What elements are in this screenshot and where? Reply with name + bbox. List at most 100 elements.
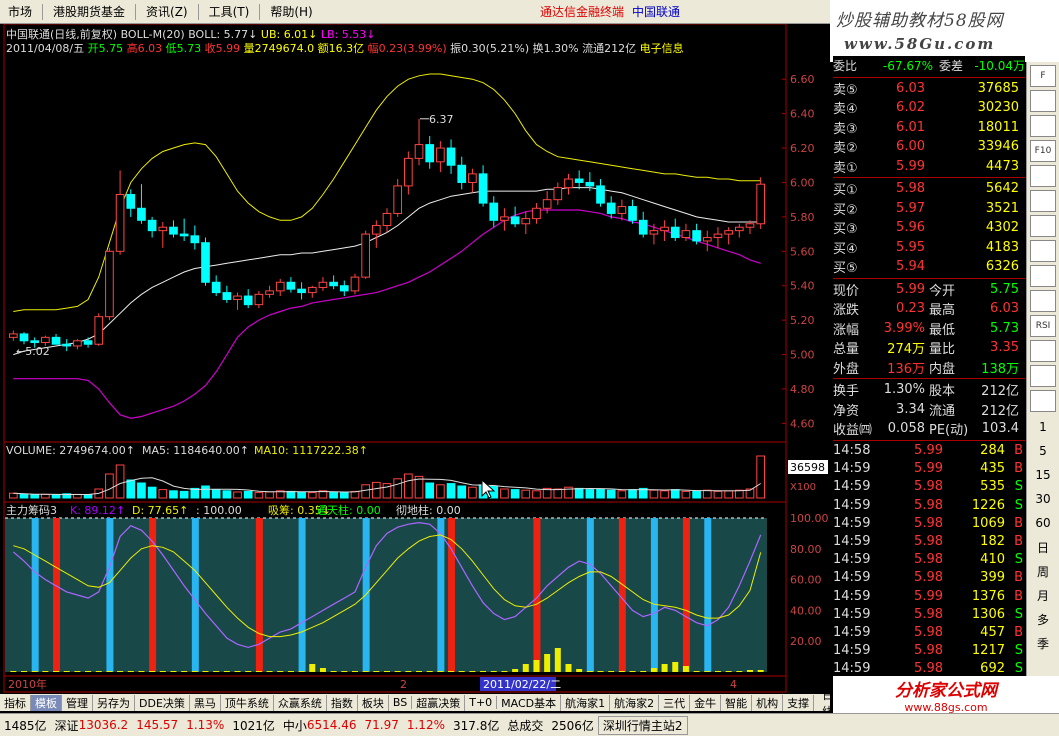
toolbar-button[interactable]: F10 — [1030, 140, 1056, 162]
menu-prefix[interactable]: 市场 — [0, 3, 40, 20]
toolbar-button[interactable] — [1030, 290, 1056, 312]
tick-list[interactable]: 14:58 5.99 284 B 14:59 5.99 435 B 14:59 5.98 535 S 1… — [833, 442, 1025, 697]
toolbar-button[interactable] — [1030, 240, 1056, 262]
stat-row: 现价 5.99 今开 5.75 — [833, 280, 1025, 300]
period-button[interactable]: 5 — [1027, 439, 1059, 463]
candle-body — [9, 333, 18, 338]
period-button[interactable]: 1 — [1027, 415, 1059, 439]
toolbar-button[interactable]: F — [1030, 65, 1056, 87]
accumulation-bar — [426, 671, 433, 672]
toolbar-button[interactable] — [1030, 265, 1056, 287]
stat-row: 收益㈣ 0.058 PE(动) 103.4 — [833, 419, 1025, 439]
accumulation-bar — [330, 671, 337, 672]
candle-body — [521, 218, 531, 225]
indicator-tab[interactable]: 支撑 — [783, 694, 815, 711]
tick-direction: B — [1014, 570, 1023, 586]
indicator-tab[interactable]: 黑马 — [190, 694, 221, 711]
indicator-tab[interactable]: DDE决策 — [135, 694, 190, 711]
toolbar-button[interactable] — [1030, 215, 1056, 237]
menu-item-tools[interactable]: 工具(T) — [201, 3, 258, 20]
indicator-tab[interactable]: 板块 — [358, 694, 389, 711]
tick-time: 14:59 — [833, 497, 871, 513]
indicator-tab[interactable]: 金牛 — [690, 694, 722, 711]
tick-direction: B — [1014, 443, 1023, 459]
toolbar-button[interactable] — [1030, 190, 1056, 212]
period-button[interactable]: 日 — [1027, 535, 1059, 559]
volume-bar — [628, 489, 637, 499]
toolbar-button[interactable] — [1030, 90, 1056, 112]
divider — [833, 277, 1025, 279]
indicator-tab[interactable]: 三代 — [659, 694, 691, 711]
indicator-axis-label: 80.00 — [790, 543, 822, 556]
indicator-tab[interactable]: 航海家1 — [561, 694, 611, 711]
tick-direction: B — [1014, 461, 1023, 477]
period-button[interactable]: 多 — [1027, 607, 1059, 631]
toolbar-button[interactable] — [1030, 390, 1056, 412]
tick-volume: 1217 — [971, 643, 1005, 659]
buy-order-row: 买⑤ 5.94 6326 — [833, 257, 1025, 277]
volume-bar — [137, 482, 146, 499]
menu-item-help[interactable]: 帮助(H) — [262, 3, 320, 20]
indicator-tab[interactable]: 管理 — [62, 694, 93, 711]
volume-bar — [756, 455, 765, 499]
indicator-tab[interactable]: 另存为 — [93, 694, 135, 711]
accumulation-bar — [21, 671, 28, 672]
accumulation-bar — [458, 671, 465, 672]
indicator-tab[interactable]: 模板 — [31, 694, 62, 711]
period-button[interactable]: 60 — [1027, 511, 1059, 535]
stat-value: 5.75 — [990, 281, 1019, 297]
volume-bar — [265, 491, 274, 499]
volume-bar — [222, 490, 232, 499]
volume-bar — [606, 489, 616, 499]
accumulation-bar — [149, 671, 156, 672]
indicator-tab[interactable]: 航海家2 — [610, 694, 660, 711]
accumulation-bar — [576, 669, 583, 672]
server-name[interactable]: 深圳行情主站2 — [597, 715, 688, 735]
period-button[interactable]: 季 — [1027, 631, 1059, 655]
volume-bar — [51, 494, 61, 499]
candle-body — [339, 285, 349, 292]
indicator-tab[interactable]: 智能 — [721, 694, 753, 711]
toolbar-button[interactable] — [1030, 365, 1056, 387]
stat-label: 净资 — [833, 403, 860, 419]
toolbar-button[interactable] — [1030, 165, 1056, 187]
order-label: 卖② — [833, 141, 858, 157]
indicator-tab[interactable]: 指数 — [327, 694, 358, 711]
candle-body — [297, 288, 306, 294]
stat-label: 最低 — [929, 322, 956, 338]
chart-area[interactable]: 中国联通(日线,前复权) BOLL-M(20) BOLL: 5.77↓ UB: … — [0, 24, 830, 694]
candle-body — [382, 212, 392, 226]
indicator-tab[interactable]: MACD基本 — [497, 694, 562, 711]
menu-item-news[interactable]: 资讯(Z) — [138, 3, 196, 20]
period-button[interactable]: 周 — [1027, 559, 1059, 583]
candle-body — [329, 281, 338, 287]
price-chart-svg[interactable]: 6.60 6.40 6.20 6.00 5.80 5.60 5.40 5.20 5.00 4.80… — [0, 24, 830, 694]
toolbar-button[interactable] — [1030, 115, 1056, 137]
accumulation-bar — [565, 664, 572, 672]
ground-pillar-bar — [448, 518, 456, 672]
menu-bar: 市场 港股期货基金 资讯(Z) 工具(T) 帮助(H) 通达信金融终端 中国联通 — [0, 0, 830, 24]
accumulation-bar — [95, 671, 102, 672]
indicator-tab[interactable]: BS — [389, 696, 413, 709]
period-button[interactable]: 30 — [1027, 487, 1059, 511]
toolbar-button[interactable] — [1030, 340, 1056, 362]
period-button[interactable]: 15 — [1027, 463, 1059, 487]
accumulation-bar — [31, 671, 38, 672]
menu-separator — [259, 3, 261, 20]
candle-body — [73, 340, 82, 347]
indicator-tab[interactable]: 顶牛系统 — [221, 694, 274, 711]
zx-amount: 317.8亿 — [452, 718, 500, 733]
toolbar-button[interactable]: RSI — [1030, 315, 1056, 337]
stat-value: 136万 — [887, 361, 925, 377]
tick-volume: 692 — [980, 661, 1005, 677]
period-button[interactable]: 月 — [1027, 583, 1059, 607]
indicator-tab[interactable]: T+0 — [465, 696, 498, 709]
indicator-tab[interactable]: 指标 — [0, 694, 31, 711]
indicator-tab[interactable]: 超赢决策 — [412, 694, 466, 711]
menu-item-hk-futures[interactable]: 港股期货基金 — [45, 3, 133, 20]
indicator-tab[interactable]: 机构 — [752, 694, 784, 711]
order-label: 买① — [833, 183, 858, 199]
indicator-tab[interactable]: 众赢系统 — [274, 694, 327, 711]
order-volume: 4183 — [985, 239, 1019, 255]
candle-body — [564, 178, 573, 189]
